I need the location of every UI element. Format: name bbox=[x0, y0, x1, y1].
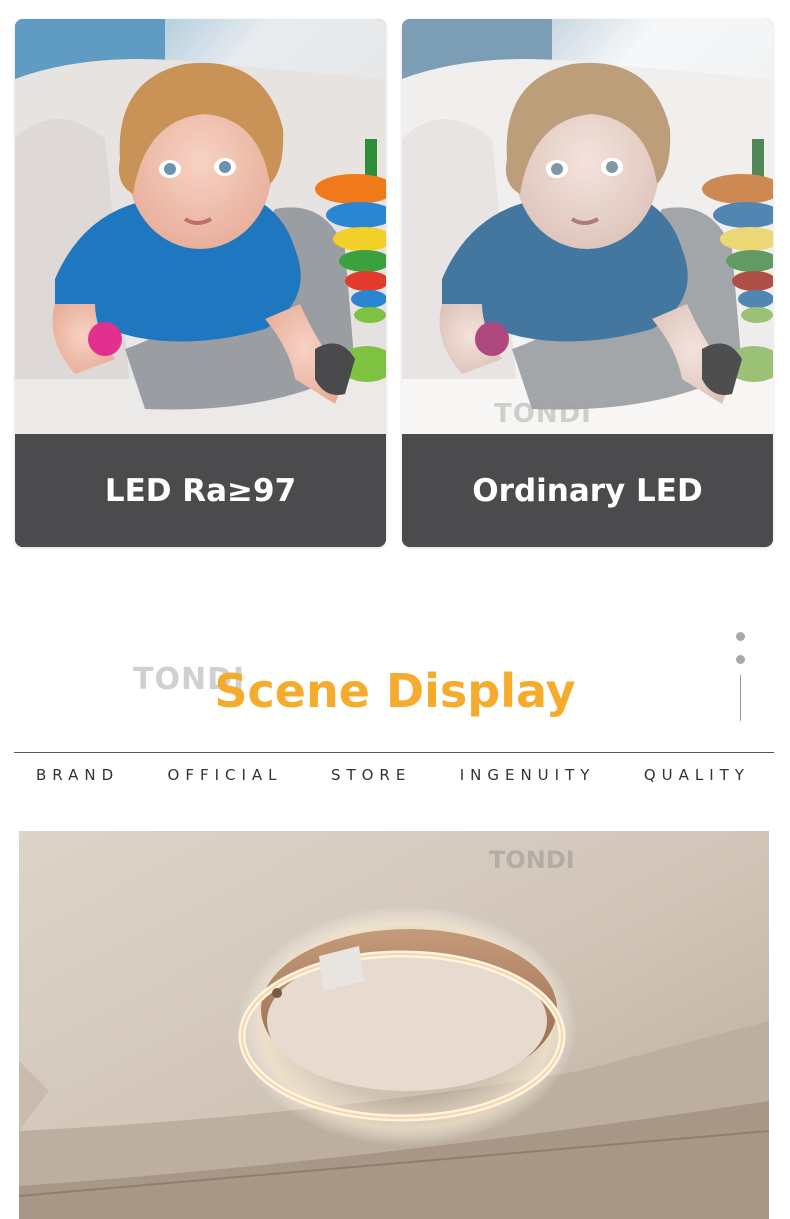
divider bbox=[14, 752, 774, 753]
tagline-word: OFFICIAL bbox=[167, 766, 283, 784]
section-title: Scene Display bbox=[214, 664, 576, 718]
brand-tagline: BRAND OFFICIAL STORE INGENUITY QUALITY bbox=[14, 766, 774, 784]
caption-led-ra97: LED Ra≥97 bbox=[15, 434, 386, 547]
watermark-tondi: TONDI bbox=[494, 399, 592, 429]
tagline-word: STORE bbox=[330, 766, 412, 784]
comparison-card-ordinary-led: TONDI Ordinary LED bbox=[402, 19, 773, 547]
watermark-tondi: TONDI bbox=[489, 846, 575, 874]
comparison-card-led-ra97: LED Ra≥97 bbox=[15, 19, 386, 547]
dot-icon bbox=[736, 655, 745, 664]
tagline-word: QUALITY bbox=[643, 766, 750, 784]
caption-ordinary-led: Ordinary LED bbox=[402, 434, 773, 547]
dot-icon bbox=[736, 632, 745, 641]
section-header: TONDI Scene Display bbox=[0, 650, 790, 740]
tagline-word: BRAND bbox=[36, 766, 120, 784]
toddler-photo bbox=[15, 19, 386, 434]
toddler-photo-desaturated: TONDI bbox=[402, 19, 773, 434]
divider bbox=[740, 675, 741, 721]
ceiling-lamp-photo: TONDI bbox=[19, 831, 769, 1219]
tagline-word: INGENUITY bbox=[459, 766, 596, 784]
decorative-dots bbox=[735, 632, 747, 722]
